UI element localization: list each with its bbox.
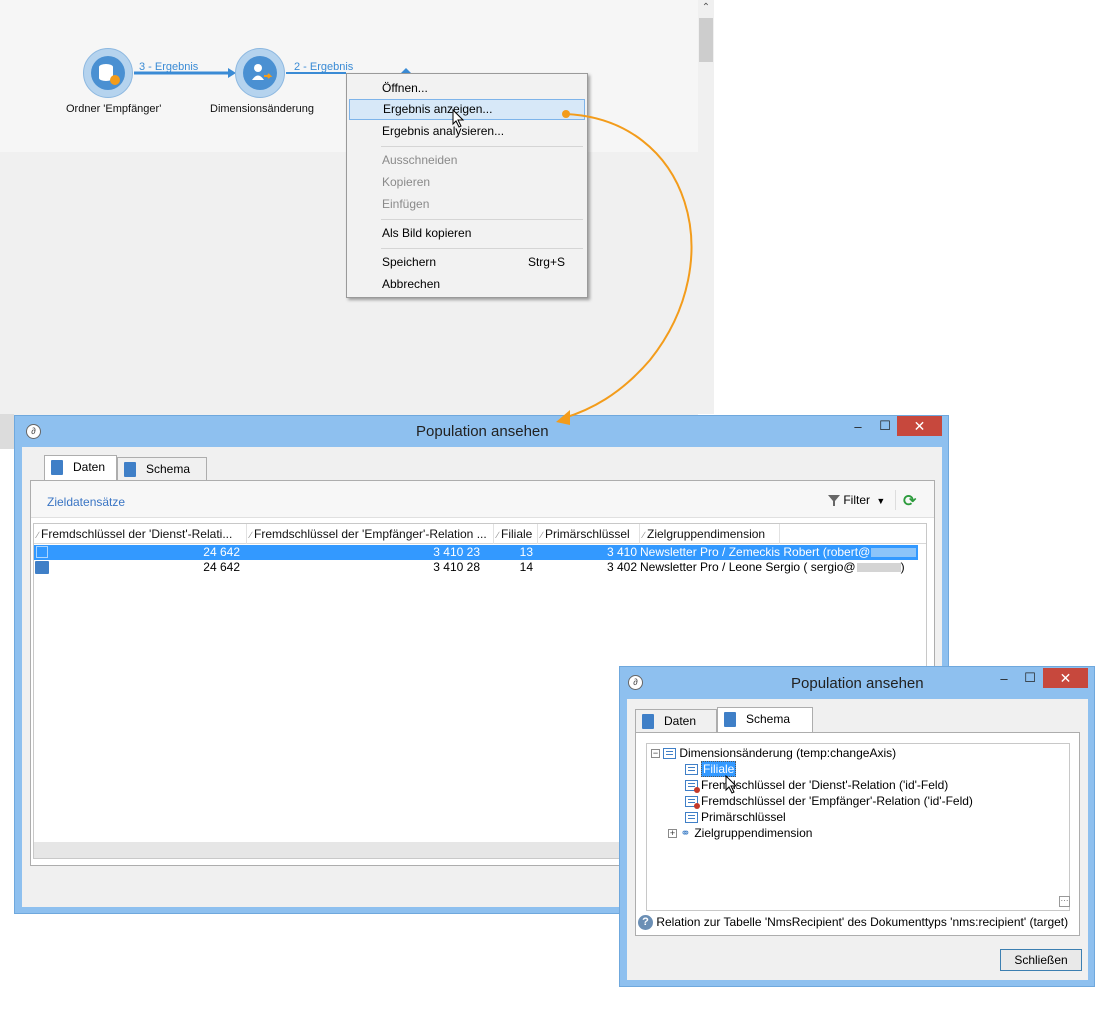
- link-icon: ⚭: [680, 826, 691, 840]
- schema-document-icon: [724, 712, 736, 728]
- tree-label: Zielgruppendimension: [694, 826, 813, 840]
- tab-label: Schema: [146, 462, 191, 476]
- cell-empfaenger: 3 410 23: [433, 545, 480, 559]
- cell-zielgruppendimension: Newsletter Pro / Leone Sergio ( sergio@): [640, 560, 916, 575]
- tab-label: Daten: [73, 460, 106, 474]
- cell-filiale: 14: [519, 560, 533, 574]
- tab-label: Daten: [664, 714, 697, 728]
- panel-toolbar: [31, 481, 934, 518]
- column-header-filiale[interactable]: ∕ Filiale: [494, 524, 538, 544]
- tab-daten[interactable]: Daten: [635, 709, 717, 733]
- maximize-button[interactable]: ☐: [1020, 670, 1040, 686]
- node-label: Ordner 'Empfänger': [66, 103, 162, 115]
- close-window-button[interactable]: ✕: [897, 416, 942, 436]
- tab-schema[interactable]: Schema: [717, 707, 813, 733]
- column-label: Primärschlüssel: [545, 527, 630, 541]
- annotation-arrow: [556, 110, 693, 425]
- canvas-horizontal-scrollbar[interactable]: [0, 414, 14, 449]
- cell-dienst: 24 642: [203, 545, 240, 559]
- table-row[interactable]: 24 642 3 410 28 14 3 402 Newsletter Pro …: [34, 560, 918, 575]
- column-label: Fremdschlüssel der 'Dienst'-Relati...: [41, 527, 233, 541]
- mouse-cursor-icon: [452, 109, 465, 128]
- filter-icon: [828, 495, 840, 507]
- maximize-button[interactable]: ☐: [875, 418, 895, 434]
- tab-schema[interactable]: Schema: [117, 457, 207, 481]
- app-logo-icon: ∂: [26, 424, 41, 439]
- edge-label[interactable]: 3 - Ergebnis: [139, 61, 198, 73]
- schema-panel: − Dimensionsänderung (temp:changeAxis) F…: [635, 732, 1080, 936]
- cell-dienst: 24 642: [203, 560, 240, 574]
- column-header-dienst[interactable]: ∕ Fremdschlüssel der 'Dienst'-Relati...: [34, 524, 247, 544]
- database-icon: [91, 56, 125, 90]
- cell-primaerschluessel: 3 410: [606, 545, 637, 559]
- column-header-zielgruppendimension[interactable]: ∕ Zielgruppendimension: [640, 524, 780, 544]
- redacted-email: [871, 548, 916, 558]
- sql-document-icon: [642, 714, 654, 730]
- toolbar-separator: [895, 490, 896, 510]
- edge-label[interactable]: 2 - Ergebnis: [294, 61, 353, 73]
- tree-item-primaerschluessel[interactable]: Primärschlüssel: [685, 809, 786, 825]
- filter-label: Filter: [843, 493, 871, 507]
- tree-label: Dimensionsänderung (temp:changeAxis): [679, 746, 897, 760]
- node-dimension-change[interactable]: [235, 48, 285, 98]
- collapse-icon[interactable]: −: [651, 749, 660, 759]
- population-schema-window: ∂ Population ansehen – ☐ ✕ Daten Schema …: [619, 666, 1095, 987]
- column-label: Filiale: [501, 527, 533, 541]
- menu-item-open[interactable]: Öffnen...: [349, 78, 585, 99]
- app-logo-icon: ∂: [628, 675, 643, 690]
- tree-item-zielgruppendimension[interactable]: + ⚭ Zielgruppendimension: [668, 825, 812, 841]
- cell-filiale: 13: [519, 545, 533, 559]
- cell-empfaenger: 3 410 28: [433, 560, 480, 574]
- minimize-button[interactable]: –: [848, 419, 868, 434]
- dropdown-arrow-icon: ▼: [876, 496, 886, 506]
- tree-root[interactable]: − Dimensionsänderung (temp:changeAxis): [651, 745, 896, 761]
- tree-item-fk-empfaenger[interactable]: Fremdschlüssel der 'Empfänger'-Relation …: [685, 793, 973, 810]
- cell-zielgruppendimension: Newsletter Pro / Zemeckis Robert (robert…: [640, 545, 916, 560]
- info-bar: ? Relation zur Tabelle 'NmsRecipient' de…: [638, 915, 1069, 931]
- schema-document-icon: [124, 462, 136, 478]
- node-label: Dimensionsänderung: [210, 103, 314, 115]
- row-document-icon: [35, 561, 49, 574]
- tree-label: Primärschlüssel: [701, 810, 786, 824]
- refresh-icon[interactable]: ⟳: [903, 491, 916, 511]
- column-label: Fremdschlüssel der 'Empfänger'-Relation …: [254, 527, 487, 541]
- node-folder-recipients[interactable]: [83, 48, 133, 98]
- cell-text-end: ): [900, 560, 905, 574]
- row-checkbox-icon[interactable]: [36, 546, 48, 558]
- cell-text: Newsletter Pro / Leone Sergio ( sergio@: [640, 560, 856, 574]
- info-text: Relation zur Tabelle 'NmsRecipient' des …: [656, 915, 1069, 929]
- window-title: Population ansehen: [416, 423, 549, 440]
- redacted-email: [856, 563, 901, 573]
- tab-daten[interactable]: Daten: [44, 455, 117, 481]
- help-icon: ?: [638, 915, 653, 931]
- more-options-icon[interactable]: ···: [1059, 896, 1070, 907]
- sql-document-icon: [51, 460, 63, 476]
- column-label: Zielgruppendimension: [647, 527, 766, 541]
- cell-text: Newsletter Pro / Zemeckis Robert (robert…: [640, 545, 871, 559]
- column-header-primaerschluessel[interactable]: ∕ Primärschlüssel: [538, 524, 640, 544]
- column-header-empfaenger[interactable]: ∕ Fremdschlüssel der 'Empfänger'-Relatio…: [247, 524, 494, 544]
- window-title: Population ansehen: [791, 675, 924, 692]
- table-row[interactable]: 24 642 3 410 23 13 3 410 Newsletter Pro …: [34, 545, 918, 560]
- window-client: Daten Schema − Dimensionsänderung (temp:…: [627, 699, 1088, 980]
- dimension-change-icon: [243, 56, 277, 90]
- tree-label: Fremdschlüssel der 'Empfänger'-Relation …: [701, 794, 973, 808]
- section-title: Zieldatensätze: [47, 495, 126, 509]
- close-button[interactable]: Schließen: [1000, 949, 1082, 971]
- close-window-button[interactable]: ✕: [1043, 668, 1088, 688]
- expand-icon[interactable]: +: [668, 829, 677, 839]
- field-icon: [685, 812, 698, 824]
- schema-tree[interactable]: − Dimensionsänderung (temp:changeAxis) F…: [646, 743, 1070, 911]
- foreign-key-icon: [685, 796, 700, 810]
- cell-primaerschluessel: 3 402: [606, 560, 637, 574]
- table-icon: [663, 748, 677, 760]
- field-icon: [685, 764, 698, 776]
- minimize-button[interactable]: –: [994, 671, 1014, 686]
- menu-item-label: Speichern: [382, 255, 437, 269]
- foreign-key-icon: [685, 780, 700, 794]
- tab-label: Schema: [746, 712, 791, 726]
- grid-header: ∕ Fremdschlüssel der 'Dienst'-Relati... …: [34, 524, 926, 544]
- filter-button[interactable]: Filter ▼: [828, 493, 885, 507]
- mouse-cursor-icon: [725, 775, 738, 794]
